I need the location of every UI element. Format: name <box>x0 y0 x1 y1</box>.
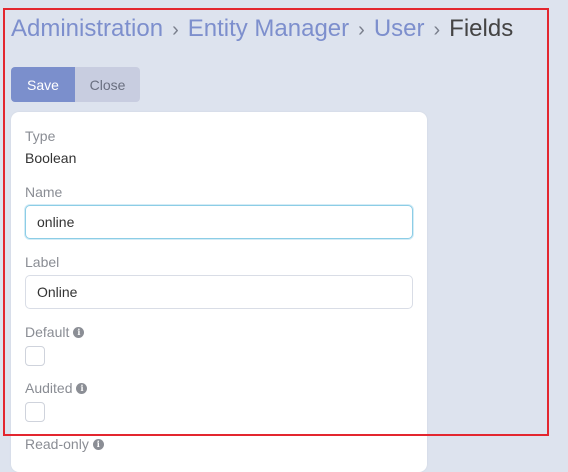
breadcrumb-separator: › <box>433 19 441 41</box>
breadcrumb-user-link[interactable]: User <box>374 15 425 42</box>
default-checkbox[interactable] <box>25 346 45 366</box>
name-label: Name <box>25 184 63 200</box>
audited-label-row: Audited i <box>25 380 88 396</box>
breadcrumb-separator: › <box>172 19 179 41</box>
readonly-field: Read-only i <box>25 436 104 452</box>
breadcrumb: Administration › Entity Manager › User › Field… <box>11 14 513 45</box>
audited-label: Audited <box>25 380 73 396</box>
default-label: Default <box>25 324 70 340</box>
type-value: Boolean <box>25 150 77 166</box>
info-icon[interactable]: i <box>92 438 104 450</box>
audited-checkbox[interactable] <box>25 402 45 422</box>
readonly-label: Read-only <box>25 436 89 452</box>
readonly-label-row: Read-only i <box>25 436 104 452</box>
breadcrumb-separator: › <box>358 19 365 41</box>
info-icon[interactable]: i <box>76 382 88 394</box>
close-button[interactable]: Close <box>75 67 140 102</box>
label-input[interactable] <box>25 275 413 309</box>
name-input[interactable] <box>25 205 413 239</box>
type-label: Type <box>25 128 56 144</box>
save-button[interactable]: Save <box>11 67 75 102</box>
default-field: Default i <box>25 324 85 366</box>
audited-field: Audited i <box>25 380 88 422</box>
name-field: Name <box>25 184 413 239</box>
default-label-row: Default i <box>25 324 85 340</box>
field-edit-panel: Type Boolean Name Label Default i Audite… <box>11 112 427 472</box>
info-icon[interactable]: i <box>73 326 85 338</box>
action-buttons: Save Close <box>11 67 140 102</box>
page-title: Fields <box>449 15 514 42</box>
breadcrumb-entity-manager-link[interactable]: Entity Manager <box>188 15 349 42</box>
label-label: Label <box>25 254 60 270</box>
breadcrumb-administration-link[interactable]: Administration <box>11 15 163 42</box>
label-field: Label <box>25 254 413 309</box>
type-field: Type Boolean <box>25 128 76 166</box>
